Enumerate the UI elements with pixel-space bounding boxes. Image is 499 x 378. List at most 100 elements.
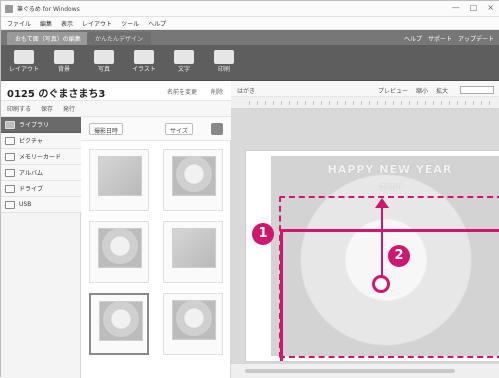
background-icon [54, 50, 74, 64]
editor-scrollbar[interactable] [231, 363, 499, 378]
photo-thumb[interactable] [89, 149, 149, 211]
tool-photo-label: 写真 [97, 66, 110, 73]
delete-link[interactable]: 削除 [211, 87, 223, 96]
pictures-icon [5, 136, 15, 145]
menu-item-help[interactable]: ヘルプ [148, 19, 166, 28]
menu-item-file[interactable]: ファイル [7, 19, 31, 28]
tool-illustration-label: イラスト [132, 66, 156, 73]
editor-ruler [231, 97, 499, 109]
menu-bar: ファイル 編集 表示 レイアウト ツール ヘルプ [1, 17, 499, 30]
photo-thumb-image [172, 156, 216, 196]
editor-canvas: HAPPY NEW YEAR 謹賀新年 1 2 [231, 109, 499, 378]
tool-print[interactable]: 印刷 [207, 48, 241, 78]
tool-layout[interactable]: レイアウト [7, 48, 41, 78]
app-window: 筆ぐるめ for Windows — □ × ファイル 編集 表示 レイアウト … [0, 0, 499, 378]
photo-thumb[interactable] [163, 293, 223, 355]
sidebar-item-label: ピクチャ [19, 138, 43, 145]
move-up-arrow-icon[interactable] [375, 198, 389, 208]
window-title: 筆ぐるめ for Windows [17, 6, 80, 13]
drive-icon [5, 184, 15, 193]
zoom-in-button[interactable]: 拡大 [436, 86, 448, 95]
editor-context-label: はがき [237, 88, 256, 95]
tool-text[interactable]: 文字 [167, 48, 201, 78]
maximize-button[interactable]: □ [470, 3, 478, 12]
save-action[interactable]: 保存 [41, 104, 53, 113]
photo-thumb-image [172, 300, 216, 340]
close-button[interactable]: × [487, 3, 494, 12]
print-action[interactable]: 印刷する [7, 104, 31, 113]
print-icon [214, 50, 234, 64]
photo-thumb[interactable] [89, 221, 149, 283]
header-link-help[interactable]: ヘルプ [404, 34, 422, 43]
photo-thumb-selected[interactable] [89, 293, 149, 355]
sidebar-item-label: アルバム [19, 170, 43, 177]
card-subheader-text: 謹賀新年 [378, 184, 403, 191]
sidebar-item-library[interactable]: ライブラリ [1, 117, 81, 133]
card-header-text: HAPPY NEW YEAR [327, 163, 453, 176]
photo-thumb-image [172, 228, 216, 268]
menu-item-view[interactable]: 表示 [61, 19, 73, 28]
card-page: HAPPY NEW YEAR 謹賀新年 1 2 [245, 150, 499, 362]
tool-background[interactable]: 背景 [47, 48, 81, 78]
sidebar-item-memory-card[interactable]: メモリーカード [1, 149, 81, 165]
photo-thumb-image [98, 156, 142, 196]
photo-thumb-image [98, 228, 142, 268]
document-links: 名前を変更 削除 [167, 87, 223, 96]
sidebar-item-album[interactable]: アルバム [1, 165, 81, 181]
tool-text-label: 文字 [177, 66, 190, 73]
sort-dropdown[interactable]: 撮影日時 [89, 123, 124, 135]
tool-photo[interactable]: 写真 [87, 48, 121, 78]
minimize-button[interactable]: — [452, 3, 460, 12]
text-icon [174, 50, 194, 64]
header-link-update[interactable]: アップデート [458, 34, 494, 43]
photo-thumb[interactable] [163, 221, 223, 283]
sidebar-item-label: USB [19, 201, 32, 208]
memory-card-icon [5, 152, 15, 161]
illustration-icon [134, 50, 154, 64]
photo-grid: 撮影日時 サイズ [81, 117, 231, 378]
tab-front-edit[interactable]: おもて面（写真）の編集 [7, 32, 89, 45]
header-link-support[interactable]: サポート [428, 34, 452, 43]
sidebar-item-usb[interactable]: USB [1, 197, 81, 213]
sidebar-item-label: ドライブ [19, 186, 44, 193]
tab-strip: おもて面（写真）の編集 かんたんデザイン ヘルプ サポート アップデート [1, 30, 499, 45]
menu-item-layout[interactable]: レイアウト [82, 19, 112, 28]
tool-print-label: 印刷 [217, 66, 230, 73]
publish-action[interactable]: 発行 [63, 104, 75, 113]
callout-marker-1: 1 [252, 223, 274, 245]
tool-background-label: 背景 [57, 66, 70, 73]
window-controls: — □ × [452, 3, 494, 12]
main-toolbar: レイアウト 背景 写真 イラスト 文字 印刷 [1, 45, 499, 81]
tool-layout-label: レイアウト [8, 66, 39, 73]
sidebar-item-label: メモリーカード [19, 154, 62, 161]
document-name: 0125 のぐまさまち3 [7, 89, 106, 100]
preview-button[interactable]: プレビュー [378, 86, 408, 95]
title-bar: 筆ぐるめ for Windows — □ × [1, 1, 499, 17]
photo-thumb[interactable] [163, 149, 223, 211]
document-header: 0125 のぐまさまち3 名前を変更 削除 [1, 81, 231, 101]
tab-easy-design[interactable]: かんたんデザイン [87, 32, 152, 45]
editor-top-bar: はがき プレビュー 縮小 拡大 [231, 81, 499, 97]
app-icon [5, 5, 13, 13]
album-icon [5, 168, 15, 177]
move-handle-line[interactable] [381, 206, 383, 278]
size-dropdown[interactable]: サイズ [165, 123, 193, 135]
drag-handle[interactable] [372, 275, 390, 293]
source-sidebar: ライブラリ ピクチャ メモリーカード アルバム ドライブ USB [1, 117, 81, 378]
usb-icon [5, 200, 15, 209]
zoom-out-button[interactable]: 縮小 [416, 86, 428, 95]
rename-link[interactable]: 名前を変更 [167, 87, 197, 96]
photo-thumb-image [99, 301, 143, 341]
layout-icon [14, 50, 34, 64]
menu-item-tools[interactable]: ツール [121, 19, 139, 28]
grid-view-icon[interactable] [211, 123, 223, 135]
menu-item-edit[interactable]: 編集 [40, 19, 52, 28]
editor-top-actions: プレビュー 縮小 拡大 [378, 86, 494, 95]
library-icon [5, 120, 15, 129]
sidebar-item-pictures[interactable]: ピクチャ [1, 133, 81, 149]
tool-illustration[interactable]: イラスト [127, 48, 161, 78]
grid-controls: 撮影日時 サイズ [81, 117, 231, 141]
sidebar-item-drive[interactable]: ドライブ [1, 181, 81, 197]
search-input[interactable] [460, 86, 494, 94]
sidebar-item-label: ライブラリ [19, 122, 50, 129]
